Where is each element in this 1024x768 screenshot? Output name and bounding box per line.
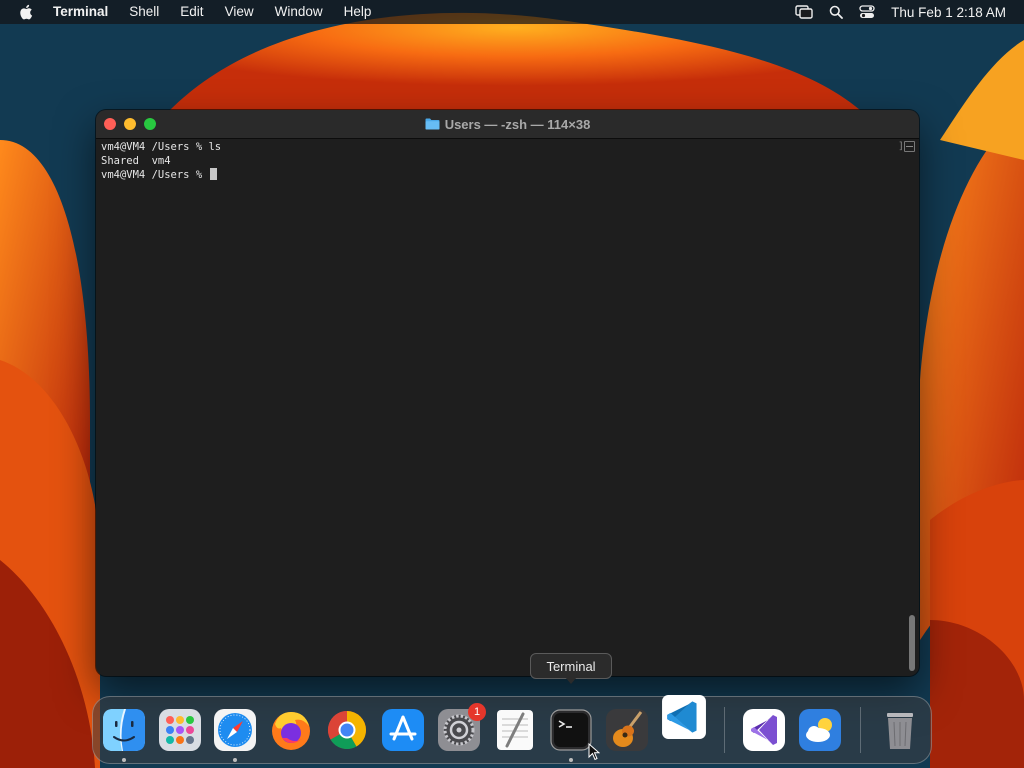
terminal-prompt-line: vm4@VM4 /Users % <box>101 168 901 182</box>
menu-shell[interactable]: Shell <box>129 0 159 24</box>
dock-tooltip: Terminal <box>530 653 612 679</box>
finder-icon[interactable] <box>102 708 146 752</box>
firefox-icon[interactable] <box>269 708 313 752</box>
notification-badge: 1 <box>468 703 486 721</box>
dock-separator <box>860 707 861 753</box>
safari-icon[interactable] <box>213 708 257 752</box>
running-indicator <box>233 758 237 762</box>
apple-icon[interactable] <box>19 3 35 21</box>
weather-icon[interactable] <box>798 708 842 752</box>
textedit-icon[interactable] <box>493 708 537 752</box>
chrome-icon[interactable] <box>325 708 369 752</box>
app-store-icon[interactable] <box>381 708 425 752</box>
scrollbar-thumb[interactable] <box>909 615 915 671</box>
text-cursor <box>210 168 218 180</box>
launchpad-icon[interactable] <box>158 708 202 752</box>
screen-mirroring-icon[interactable] <box>795 5 813 19</box>
mouse-pointer-icon <box>588 743 600 761</box>
split-pane-button[interactable] <box>904 141 915 152</box>
visual-studio-icon[interactable] <box>742 708 786 752</box>
tooltip-arrow <box>565 677 577 684</box>
running-indicator <box>122 758 126 762</box>
vscode-icon[interactable] <box>661 694 707 740</box>
menu-help[interactable]: Help <box>344 0 372 24</box>
menu-bar-clock[interactable]: Thu Feb 1 2:18 AM <box>891 5 1006 20</box>
terminal-window: Users — -zsh — 114×38 vm4@VM4 /Users % l… <box>96 110 919 676</box>
menu-app-terminal[interactable]: Terminal <box>53 0 108 24</box>
folder-icon <box>425 118 440 130</box>
terminal-line: Shared vm4 <box>101 155 171 167</box>
spotlight-search-icon[interactable] <box>829 5 844 19</box>
terminal-icon[interactable] <box>549 708 593 752</box>
control-center-icon[interactable] <box>859 5 875 19</box>
dock <box>92 694 932 764</box>
terminal-output[interactable]: vm4@VM4 /Users % ls Shared vm4 vm4@VM4 /Us… <box>101 140 901 182</box>
menu-view[interactable]: View <box>225 0 254 24</box>
terminal-line: vm4@VM4 /Users % ls <box>101 141 222 153</box>
running-indicator <box>569 758 573 762</box>
menu-bar: Terminal Shell Edit View Window Help Thu… <box>0 0 1024 24</box>
terminal-prompt: vm4@VM4 /Users % <box>101 169 209 181</box>
window-title-text: Users — -zsh — 114×38 <box>444 116 591 132</box>
trash-icon[interactable] <box>878 708 922 752</box>
dock-separator <box>724 707 725 753</box>
window-title: Users — -zsh — 114×38 <box>96 110 919 138</box>
menu-edit[interactable]: Edit <box>180 0 203 24</box>
menu-bar-status-area: Thu Feb 1 2:18 AM <box>779 0 1024 24</box>
window-title-bar[interactable]: Users — -zsh — 114×38 <box>96 110 919 139</box>
garageband-icon[interactable] <box>605 708 649 752</box>
menu-window[interactable]: Window <box>275 0 323 24</box>
